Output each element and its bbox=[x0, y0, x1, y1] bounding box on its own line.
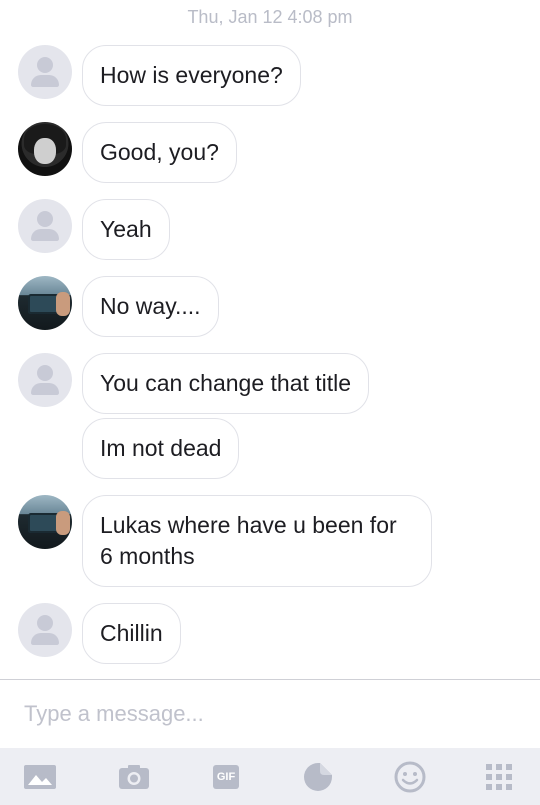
gif-button[interactable]: GIF bbox=[196, 748, 256, 805]
camera-button[interactable] bbox=[104, 748, 164, 805]
default-avatar[interactable] bbox=[18, 353, 72, 407]
camera-icon bbox=[119, 764, 149, 789]
photo-avatar[interactable] bbox=[18, 495, 72, 549]
message-input[interactable] bbox=[0, 680, 540, 748]
messenger-app: Thu, Jan 12 4:08 pm How is everyone? Goo… bbox=[0, 0, 540, 805]
emoji-button[interactable] bbox=[380, 748, 440, 805]
sticker-button[interactable] bbox=[288, 748, 348, 805]
message-bubble[interactable]: Chillin bbox=[82, 603, 181, 664]
message-bubble[interactable]: You can change that title bbox=[82, 353, 370, 414]
image-button[interactable] bbox=[10, 748, 70, 805]
default-avatar[interactable] bbox=[18, 603, 72, 657]
message-bubble[interactable]: Im not dead bbox=[82, 418, 240, 479]
conversation-timestamp: Thu, Jan 12 4:08 pm bbox=[187, 7, 353, 27]
dark-photo-avatar[interactable] bbox=[18, 122, 72, 176]
composer-toolbar: GIF bbox=[0, 748, 540, 805]
message-bubble[interactable]: Lukas where have u been for 6 months bbox=[82, 495, 432, 587]
message-composer bbox=[0, 680, 540, 748]
gif-icon: GIF bbox=[213, 764, 239, 789]
default-avatar[interactable] bbox=[18, 45, 72, 99]
message-bubble[interactable]: Good, you? bbox=[82, 122, 237, 183]
photo-avatar[interactable] bbox=[18, 276, 72, 330]
default-avatar[interactable] bbox=[18, 199, 72, 253]
message-bubble[interactable]: How is everyone? bbox=[82, 45, 301, 106]
more-button[interactable] bbox=[469, 748, 529, 805]
sticker-icon bbox=[304, 762, 332, 791]
image-icon bbox=[24, 764, 56, 789]
emoji-icon bbox=[394, 761, 426, 792]
message-bubble[interactable]: Yeah bbox=[82, 199, 170, 260]
message-bubble[interactable]: No way.... bbox=[82, 276, 219, 337]
more-grid-icon bbox=[486, 763, 512, 790]
